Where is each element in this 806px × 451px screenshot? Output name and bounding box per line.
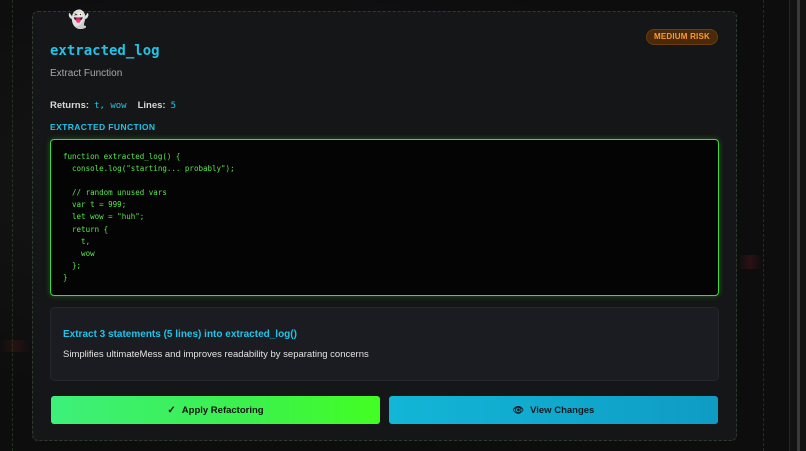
code-text: function extracted_log() { console.log("… bbox=[63, 152, 235, 282]
lines-label: Lines: bbox=[137, 100, 166, 111]
risk-badge: MEDIUM RISK bbox=[646, 29, 718, 45]
apply-refactoring-label: Apply Refactoring bbox=[181, 404, 264, 416]
returns-label: Returns: bbox=[50, 100, 90, 111]
scrollbar[interactable] bbox=[789, 0, 806, 451]
function-meta: Returns: t, wow Lines: 5 bbox=[50, 100, 187, 111]
code-block: function extracted_log() { console.log("… bbox=[50, 139, 719, 296]
description-title: Extract 3 statements (5 lines) into extr… bbox=[63, 329, 297, 340]
eye-icon: 👁 bbox=[512, 404, 525, 415]
returns-value: t, wow bbox=[94, 101, 127, 111]
description-box: Extract 3 statements (5 lines) into extr… bbox=[50, 307, 719, 381]
view-changes-label: View Changes bbox=[530, 404, 595, 416]
scrollbar-track[interactable] bbox=[797, 0, 800, 451]
lines-value: 5 bbox=[170, 101, 176, 111]
description-text: Simplifies ultimateMess and improves rea… bbox=[63, 349, 369, 360]
view-changes-button[interactable]: 👁 View Changes bbox=[389, 396, 718, 424]
apply-refactoring-button[interactable]: ✓ Apply Refactoring bbox=[51, 396, 380, 424]
ghost-icon: 👻 bbox=[68, 10, 90, 29]
function-title: extracted_log bbox=[50, 43, 160, 59]
section-label-extracted-function: EXTRACTED FUNCTION bbox=[50, 122, 156, 132]
check-icon: ✓ bbox=[167, 404, 176, 416]
refactoring-type: Extract Function bbox=[50, 68, 123, 79]
